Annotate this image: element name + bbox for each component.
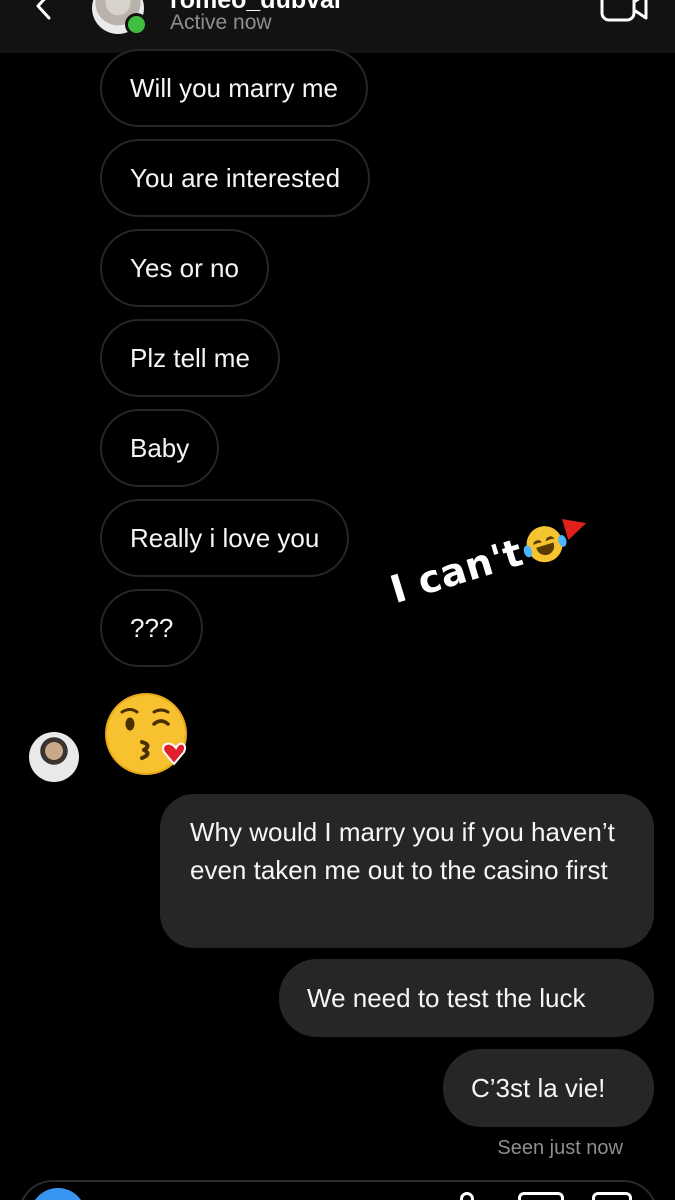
message-composer[interactable] (18, 1180, 658, 1200)
video-call-button[interactable] (600, 0, 650, 24)
contact-avatar[interactable] (92, 0, 148, 36)
back-button[interactable] (26, 0, 62, 24)
camera-button[interactable] (30, 1188, 86, 1200)
story-text-sticker: I can't (385, 510, 595, 612)
received-message[interactable]: Really i love you (100, 499, 350, 577)
microphone-icon[interactable] (460, 1192, 474, 1200)
online-indicator (125, 13, 148, 36)
active-status: Active now (170, 11, 272, 34)
gallery-icon[interactable] (518, 1192, 564, 1200)
chat-screen: romeo_dubvai Active now Will you marry m… (0, 0, 675, 1200)
received-message[interactable]: Baby (100, 409, 220, 487)
sent-message[interactable]: C’3st la vie! (443, 1049, 654, 1127)
video-camera-icon (600, 0, 648, 22)
chevron-left-icon (36, 0, 51, 20)
tears-of-joy-emoji-icon (521, 521, 568, 567)
red-triangle-icon (561, 512, 590, 541)
received-message[interactable]: ??? (100, 589, 204, 667)
received-message[interactable]: Yes or no (100, 229, 269, 307)
sender-avatar[interactable] (29, 732, 79, 782)
sent-message[interactable]: We need to test the luck (279, 959, 654, 1037)
sticker-icon[interactable] (592, 1192, 632, 1200)
sticker-text: I can't (385, 530, 528, 612)
kissing-heart-emoji-icon[interactable] (104, 690, 192, 778)
received-messages: Will you marry me You are interested Yes… (100, 49, 371, 667)
sent-message[interactable]: Why would I marry you if you haven’t eve… (160, 794, 654, 948)
chat-header: romeo_dubvai Active now (0, 0, 675, 53)
received-message[interactable]: Plz tell me (100, 319, 280, 397)
seen-receipt: Seen just now (497, 1137, 623, 1159)
received-message[interactable]: You are interested (100, 139, 371, 217)
received-message[interactable]: Will you marry me (100, 49, 369, 127)
